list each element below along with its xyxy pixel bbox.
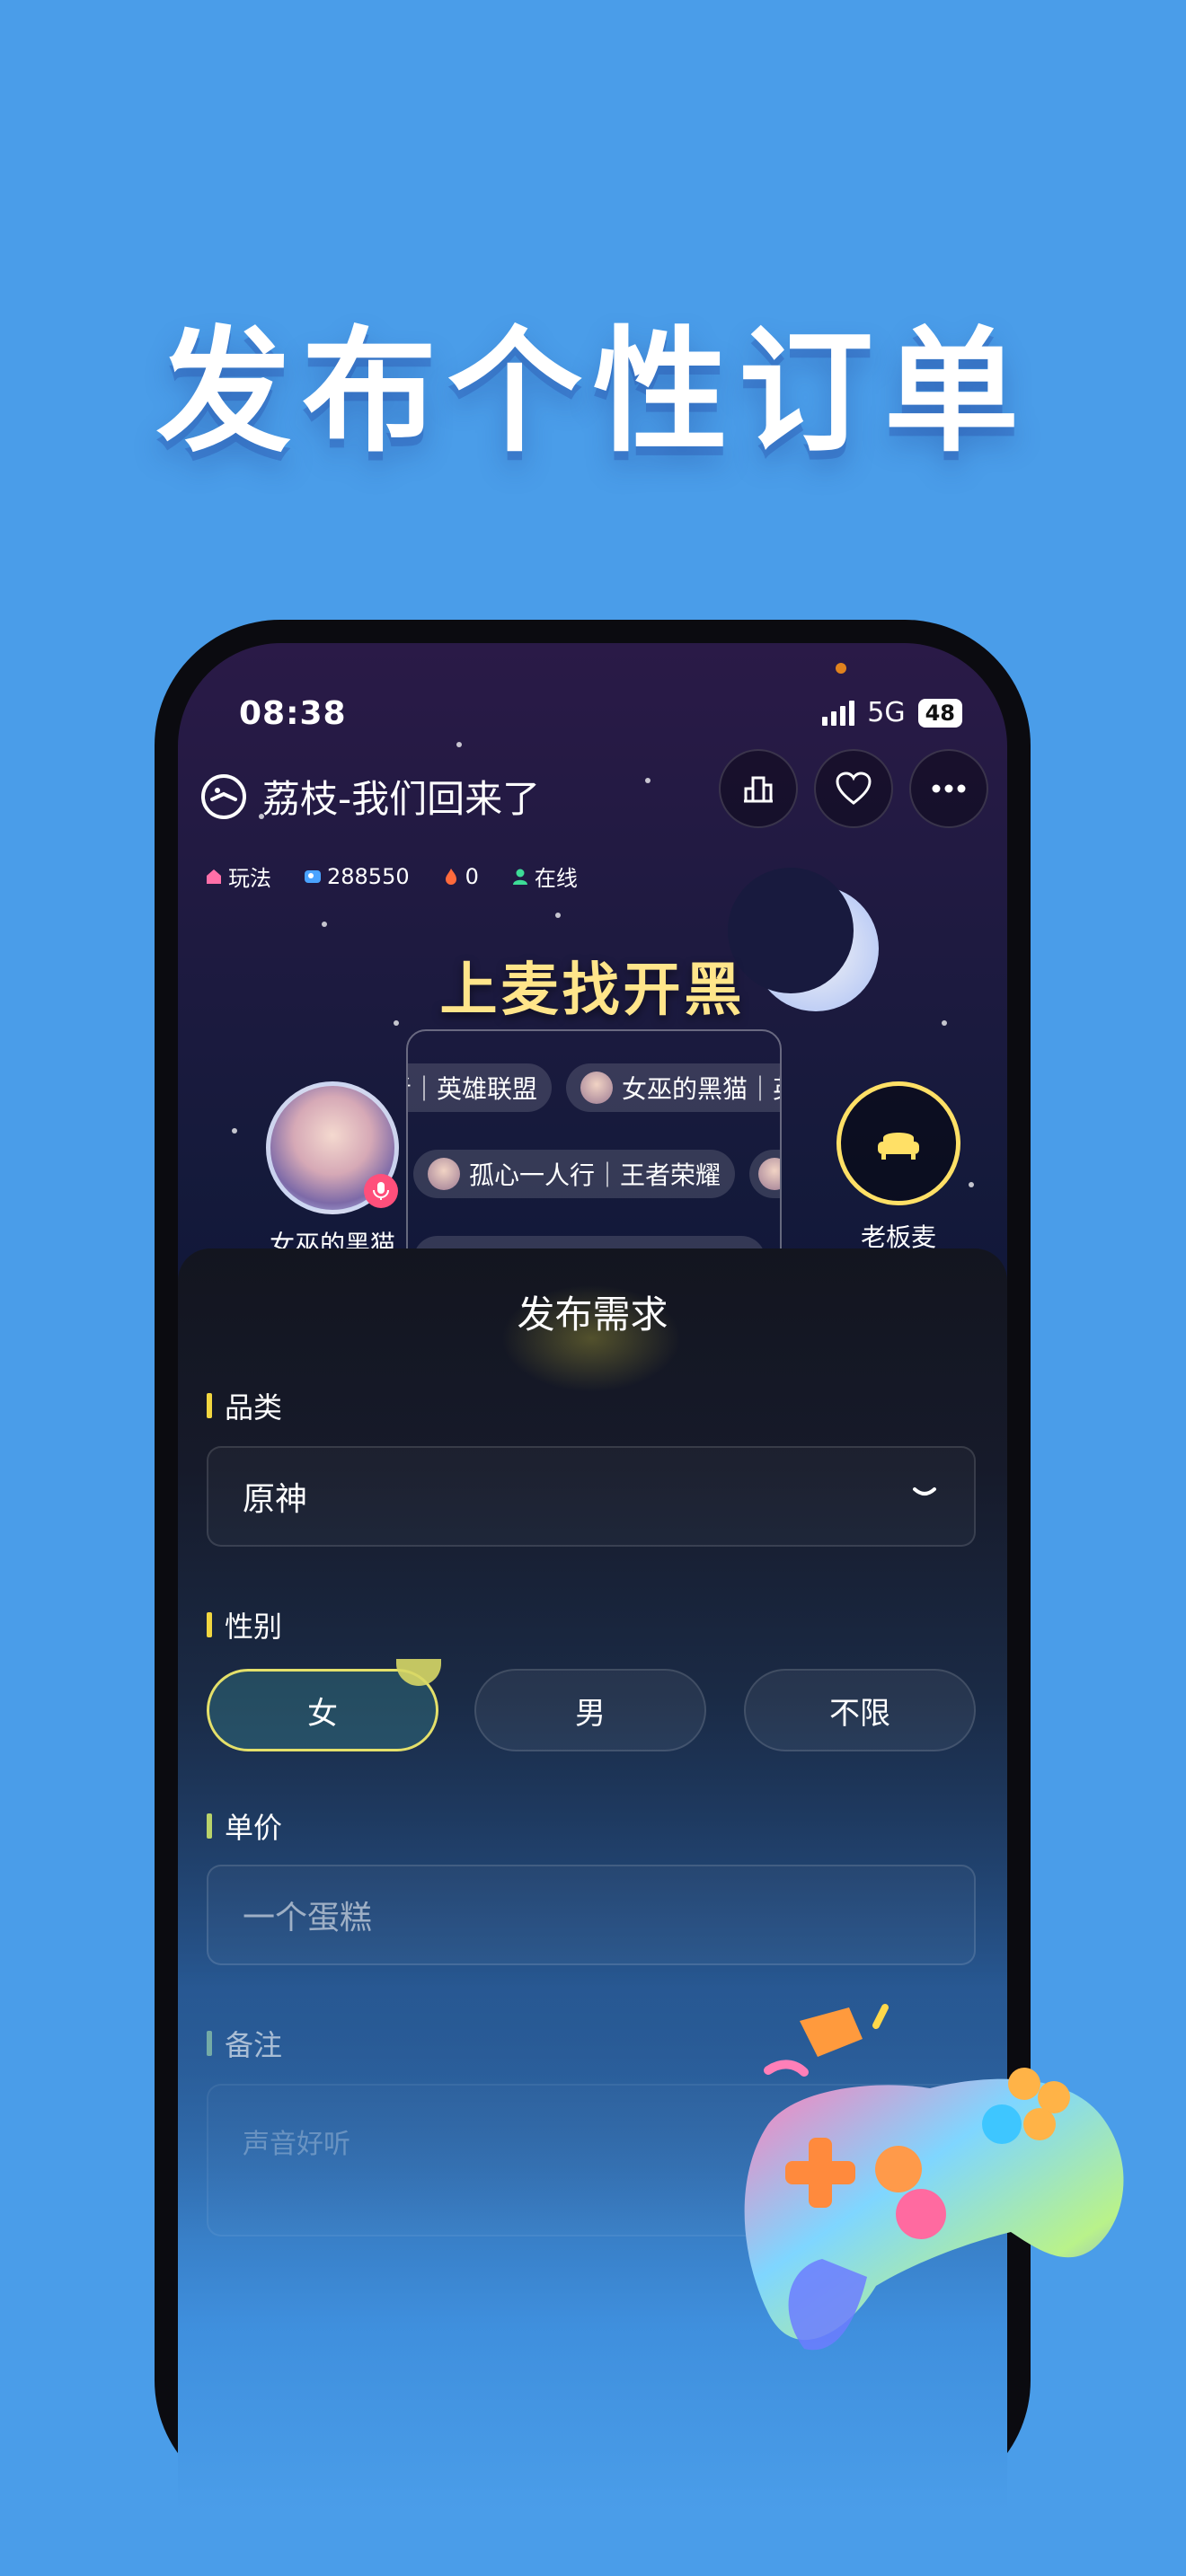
chip-avatar bbox=[428, 1158, 460, 1190]
stat-label: 玩法 bbox=[228, 866, 271, 891]
feed-chip[interactable]: 女巫的黑猫｜英 bbox=[566, 1063, 782, 1112]
feed-chip[interactable]: 者｜英雄联盟 bbox=[408, 1063, 553, 1112]
stat-item[interactable]: 玩法 bbox=[205, 860, 271, 892]
label-accent bbox=[207, 2031, 212, 2056]
boss-seat[interactable]: 老板麦 bbox=[818, 1081, 979, 1254]
category-label-text: 品类 bbox=[225, 1390, 283, 1425]
label-accent bbox=[207, 1612, 212, 1637]
stat-item: 288550 bbox=[304, 860, 410, 892]
flame-icon bbox=[445, 868, 456, 885]
chevron-down-icon bbox=[913, 1487, 936, 1495]
headline: 发布个性订单 bbox=[155, 314, 1030, 471]
sofa-icon[interactable] bbox=[836, 1081, 960, 1205]
status-time: 08:38 bbox=[239, 695, 347, 732]
network-label: 5G bbox=[867, 697, 906, 728]
status-bar: 08:38 5G 48 bbox=[178, 695, 1007, 732]
heart-icon bbox=[836, 772, 872, 805]
users-icon bbox=[305, 869, 321, 883]
feed-marquee: 者｜英雄联盟 女巫的黑猫｜英 孤心一人行｜王者荣耀 bbox=[406, 1029, 782, 1284]
ranking-icon bbox=[744, 776, 773, 803]
chip-avatar bbox=[580, 1072, 613, 1104]
category-select[interactable]: 原神 bbox=[207, 1446, 976, 1547]
chip-text: 孤心一人行｜王者荣耀 bbox=[469, 1160, 721, 1190]
favorite-button[interactable] bbox=[814, 749, 893, 828]
house-icon bbox=[207, 869, 221, 884]
room-stats: 玩法 288550 0 在线 bbox=[205, 860, 578, 892]
feed-chip[interactable] bbox=[749, 1150, 780, 1198]
label-accent bbox=[207, 1393, 212, 1418]
gender-option-female[interactable]: 女 bbox=[207, 1659, 441, 1751]
gender-label-text: 性别 bbox=[225, 1610, 283, 1644]
gender-label: 性别 bbox=[207, 1604, 282, 1645]
chip-avatar bbox=[758, 1158, 780, 1190]
room-header: 荔枝-我们回来了 bbox=[199, 769, 540, 824]
room-title: 荔枝-我们回来了 bbox=[262, 777, 541, 821]
camera-indicator bbox=[836, 663, 846, 674]
stat-label: 0 bbox=[465, 863, 479, 889]
note-label: 备注 bbox=[207, 2023, 282, 2064]
gender-option-male[interactable]: 男 bbox=[474, 1669, 706, 1751]
note-placeholder: 声音好听 bbox=[243, 2129, 350, 2160]
note-label-text: 备注 bbox=[225, 2028, 283, 2062]
more-button[interactable] bbox=[909, 749, 988, 828]
gamepad-illustration-icon bbox=[744, 2004, 1124, 2351]
label-accent bbox=[207, 1813, 212, 1839]
chip-text: 者｜英雄联盟 bbox=[408, 1074, 538, 1104]
gender-option-any[interactable]: 不限 bbox=[744, 1669, 976, 1751]
host-avatar[interactable] bbox=[266, 1081, 399, 1214]
ranking-button[interactable] bbox=[719, 749, 798, 828]
stat-item: 在线 bbox=[511, 860, 578, 892]
price-input[interactable]: 一个蛋糕 bbox=[207, 1865, 976, 1965]
battery-indicator: 48 bbox=[917, 698, 962, 728]
room-logo-icon bbox=[201, 773, 246, 819]
mic-muted-icon bbox=[364, 1174, 398, 1208]
more-icon bbox=[932, 784, 966, 793]
stat-label: 在线 bbox=[534, 866, 578, 891]
category-value: 原神 bbox=[243, 1481, 308, 1518]
chip-text: 女巫的黑猫｜英 bbox=[622, 1074, 782, 1104]
person-icon bbox=[512, 869, 527, 885]
price-label-text: 单价 bbox=[225, 1811, 283, 1845]
feed-chip[interactable]: 孤心一人行｜王者荣耀 bbox=[413, 1150, 736, 1198]
stat-label: 288550 bbox=[327, 863, 410, 889]
price-value: 一个蛋糕 bbox=[243, 1900, 373, 1936]
banner-title: 上麦找开黑 bbox=[439, 957, 746, 1024]
stat-item: 0 bbox=[442, 860, 479, 892]
price-label: 单价 bbox=[207, 1805, 282, 1847]
category-label: 品类 bbox=[207, 1385, 282, 1426]
sheet-title: 发布需求 bbox=[517, 1292, 668, 1337]
signal-icon bbox=[822, 700, 855, 726]
